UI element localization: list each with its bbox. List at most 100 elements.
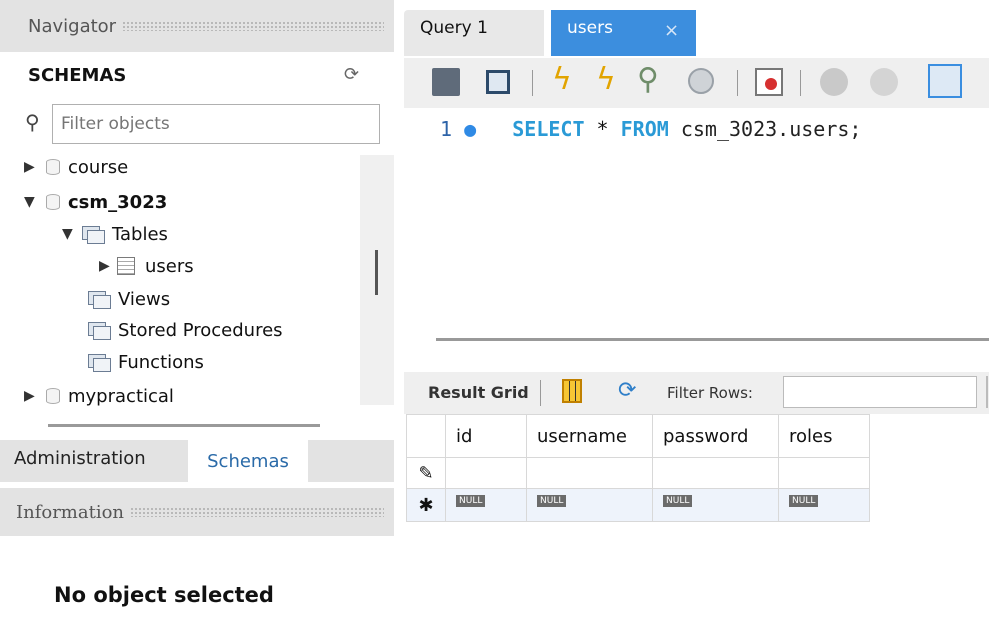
tree-item-tables[interactable]: ▼ Tables: [62, 219, 168, 249]
tree-item-views[interactable]: Views: [86, 284, 170, 314]
statement-marker-icon: ●: [464, 117, 477, 141]
tree-label: mypractical: [68, 385, 174, 407]
tree-label: users: [145, 255, 194, 277]
grid-cell[interactable]: [652, 457, 779, 489]
collapse-arrow-icon[interactable]: ▼: [62, 226, 80, 242]
search-icon: ⚲: [25, 110, 40, 134]
refresh-schemas-icon[interactable]: ⟳: [344, 64, 359, 85]
grid-cell[interactable]: NULL: [778, 488, 870, 522]
database-icon: [46, 194, 60, 210]
new-row-marker-icon: ✱: [406, 488, 446, 522]
tab-label: Query 1: [420, 18, 488, 38]
close-icon[interactable]: ×: [664, 20, 679, 41]
column-header-username[interactable]: username: [526, 414, 653, 458]
execute-current-icon[interactable]: ϟ: [596, 62, 616, 97]
toggle-error-icon[interactable]: [755, 68, 783, 96]
navigator-header: Navigator: [0, 0, 394, 52]
tree-item-csm-3023[interactable]: ▼ csm_3023: [24, 187, 167, 217]
sql-keyword-select: SELECT: [512, 117, 585, 141]
tree-item-users[interactable]: ▶ users: [99, 251, 194, 281]
header-grip: [130, 507, 384, 517]
expand-arrow-icon[interactable]: ▶: [24, 159, 42, 175]
column-header-id[interactable]: id: [445, 414, 527, 458]
filter-objects-input[interactable]: [53, 105, 373, 143]
tree-label: Views: [118, 288, 171, 310]
table-icon: [117, 257, 135, 275]
column-header-password[interactable]: password: [652, 414, 779, 458]
header-grip: [122, 21, 384, 31]
line-number: 1: [440, 117, 453, 141]
row-header-cell: [406, 414, 446, 458]
table-row[interactable]: ✱ NULL NULL NULL NULL: [406, 488, 870, 522]
grid-cell[interactable]: [445, 457, 527, 489]
filter-rows-field[interactable]: [783, 376, 977, 408]
views-group-icon: [86, 289, 112, 309]
grid-cell[interactable]: NULL: [445, 488, 527, 522]
open-file-icon[interactable]: [432, 68, 460, 96]
functions-group-icon: [86, 352, 112, 372]
tree-label: Tables: [112, 223, 168, 245]
refresh-icon[interactable]: ⟳: [618, 378, 636, 403]
grid-cell[interactable]: [778, 457, 870, 489]
sql-editor-line[interactable]: 1 ● SELECT * FROM csm_3023.users;: [440, 117, 861, 141]
toolbar-separator: [540, 380, 541, 406]
grid-cell[interactable]: NULL: [526, 488, 653, 522]
commit-icon[interactable]: [820, 68, 848, 96]
result-grid-tab[interactable]: Result Grid: [428, 383, 529, 402]
column-header-roles[interactable]: roles: [778, 414, 870, 458]
filter-objects-field[interactable]: [52, 104, 380, 144]
no-object-message: No object selected: [54, 583, 274, 607]
execute-icon[interactable]: ϟ: [552, 62, 572, 97]
navigator-splitter[interactable]: [48, 424, 320, 427]
database-icon: [46, 159, 60, 175]
toolbar-separator: [986, 376, 988, 408]
grid-cell[interactable]: NULL: [652, 488, 779, 522]
edit-marker-icon: ✎: [406, 457, 446, 489]
save-icon[interactable]: [486, 70, 510, 94]
sql-keyword-from: FROM: [620, 117, 669, 141]
null-badge: NULL: [789, 494, 819, 507]
tree-label: course: [68, 156, 129, 178]
result-grid: id username password roles ✎ ✱ NULL NULL…: [406, 414, 870, 522]
explain-icon[interactable]: ⚲: [637, 62, 659, 97]
information-header: Information: [0, 488, 394, 536]
tree-item-stored-procedures[interactable]: Stored Procedures: [86, 315, 283, 345]
filter-rows-input[interactable]: [784, 377, 973, 407]
tree-item-mypractical[interactable]: ▶ mypractical: [24, 381, 174, 411]
sql-star: *: [584, 117, 621, 141]
tables-group-icon: [80, 224, 106, 244]
schemas-section: SCHEMAS ⟳: [0, 55, 394, 95]
grid-cell[interactable]: [526, 457, 653, 489]
expand-arrow-icon[interactable]: ▶: [99, 258, 117, 274]
tab-query-1[interactable]: Query 1: [404, 10, 544, 56]
tree-scrollbar-thumb[interactable]: [375, 250, 378, 295]
tree-item-functions[interactable]: Functions: [86, 347, 204, 377]
rollback-icon[interactable]: [870, 68, 898, 96]
toolbar-separator: [800, 70, 801, 96]
table-row[interactable]: ✎: [406, 457, 870, 489]
tree-item-course[interactable]: ▶ course: [24, 152, 128, 182]
information-title: Information: [16, 501, 125, 523]
autocommit-icon[interactable]: [928, 64, 962, 98]
tree-label: csm_3023: [68, 191, 168, 213]
tab-schemas[interactable]: Schemas: [188, 440, 308, 482]
collapse-arrow-icon[interactable]: ▼: [24, 194, 42, 210]
grid-layout-icon[interactable]: [562, 379, 582, 403]
toolbar-separator: [532, 70, 533, 96]
tab-label: users: [567, 18, 613, 38]
tree-label: Functions: [118, 351, 204, 373]
toolbar-separator: [737, 70, 738, 96]
header-row: id username password roles: [406, 414, 870, 458]
null-badge: NULL: [456, 494, 486, 507]
schemas-title: SCHEMAS: [28, 65, 127, 86]
filter-rows-label: Filter Rows:: [667, 384, 753, 402]
tab-administration[interactable]: Administration: [14, 448, 146, 469]
tree-label: Stored Procedures: [118, 319, 283, 341]
database-icon: [46, 388, 60, 404]
editor-result-splitter[interactable]: [436, 338, 989, 341]
procedures-group-icon: [86, 320, 112, 340]
stop-icon[interactable]: [688, 68, 714, 94]
expand-arrow-icon[interactable]: ▶: [24, 388, 42, 404]
null-badge: NULL: [663, 494, 693, 507]
tab-schemas-label: Schemas: [207, 450, 289, 472]
